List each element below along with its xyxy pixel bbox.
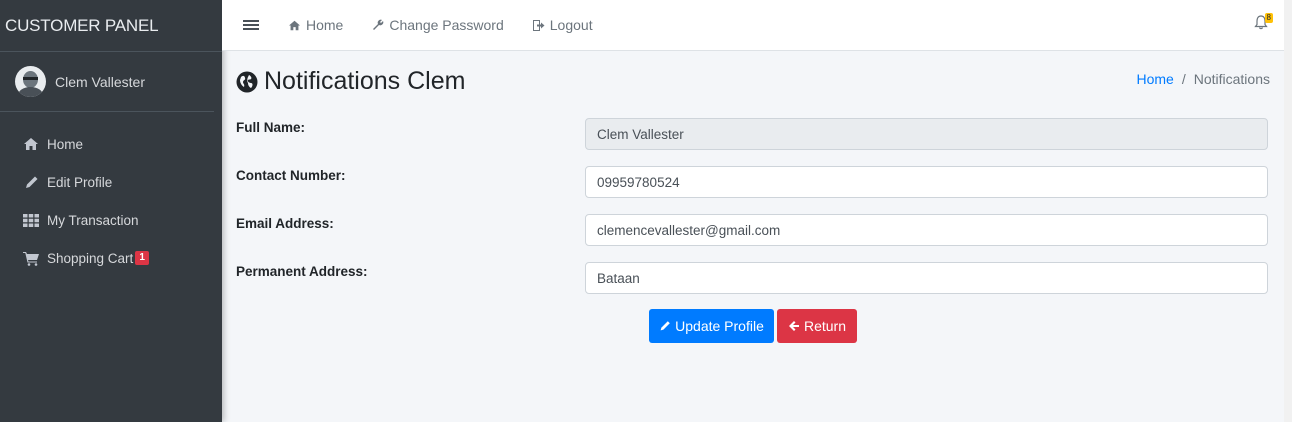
sidebar-item-label: Shopping Cart — [47, 250, 134, 266]
notifications-bell[interactable]: 8 — [1254, 13, 1273, 35]
user-name[interactable]: Clem Vallester — [55, 74, 145, 90]
home-icon — [22, 137, 40, 151]
contact-number-field[interactable] — [585, 166, 1268, 198]
notification-count-badge: 8 — [1264, 13, 1273, 23]
breadcrumb-home-link[interactable]: Home — [1136, 71, 1173, 87]
cart-icon — [22, 251, 40, 266]
grid-icon — [22, 213, 40, 227]
main-content: Notifications Clem Home / Notifications … — [222, 51, 1284, 422]
top-navbar: Home Change Password Logout 8 — [222, 0, 1284, 51]
breadcrumb: Home / Notifications — [1136, 71, 1270, 87]
page-title: Notifications Clem — [236, 67, 465, 96]
nav-home-label: Home — [306, 17, 344, 33]
update-profile-button[interactable]: Update Profile — [649, 309, 774, 343]
page-title-text: Notifications Clem — [264, 67, 466, 95]
nav-logout-link[interactable]: Logout — [532, 17, 593, 33]
breadcrumb-separator: / — [1181, 71, 1186, 87]
update-profile-label: Update Profile — [675, 318, 764, 334]
wrench-icon — [372, 19, 384, 31]
globe-icon — [236, 71, 258, 92]
full-name-label: Full Name: — [236, 120, 306, 135]
sidebar-nav: Home Edit Profile My Transaction Shoppin… — [0, 125, 222, 277]
avatar[interactable] — [15, 66, 46, 97]
nav-change-password-link[interactable]: Change Password — [372, 17, 504, 33]
sidebar: CUSTOMER PANEL Clem Vallester Home Edit … — [0, 0, 222, 422]
sidebar-item-label: Home — [47, 136, 84, 152]
return-label: Return — [803, 318, 847, 334]
nav-logout-label: Logout — [549, 17, 593, 33]
user-panel: Clem Vallester — [0, 52, 214, 112]
nav-home-link[interactable]: Home — [288, 17, 343, 33]
menu-toggle-icon[interactable] — [243, 18, 259, 32]
email-address-field[interactable] — [585, 214, 1268, 246]
sidebar-item-edit-profile[interactable]: Edit Profile — [0, 163, 222, 201]
full-name-field[interactable] — [585, 118, 1268, 150]
sidebar-item-label: Edit Profile — [47, 174, 113, 190]
email-address-label: Email Address: — [236, 216, 334, 231]
cart-count-badge: 1 — [135, 251, 149, 265]
sidebar-item-shopping-cart[interactable]: Shopping Cart 1 — [0, 239, 222, 277]
pencil-icon — [22, 175, 40, 190]
arrow-left-icon — [788, 320, 800, 332]
permanent-address-label: Permanent Address: — [236, 264, 368, 279]
sidebar-item-home[interactable]: Home — [0, 125, 222, 163]
logout-icon — [532, 19, 545, 31]
pencil-icon — [659, 320, 671, 332]
nav-change-password-label: Change Password — [389, 17, 504, 33]
scrollbar[interactable] — [1284, 0, 1292, 422]
sidebar-item-my-transaction[interactable]: My Transaction — [0, 201, 222, 239]
home-icon — [288, 20, 301, 31]
return-button[interactable]: Return — [777, 309, 857, 343]
sidebar-item-label: My Transaction — [47, 212, 139, 228]
permanent-address-field[interactable] — [585, 262, 1268, 294]
brand-title[interactable]: CUSTOMER PANEL — [0, 0, 222, 52]
contact-number-label: Contact Number: — [236, 168, 346, 183]
breadcrumb-current: Notifications — [1193, 71, 1270, 87]
